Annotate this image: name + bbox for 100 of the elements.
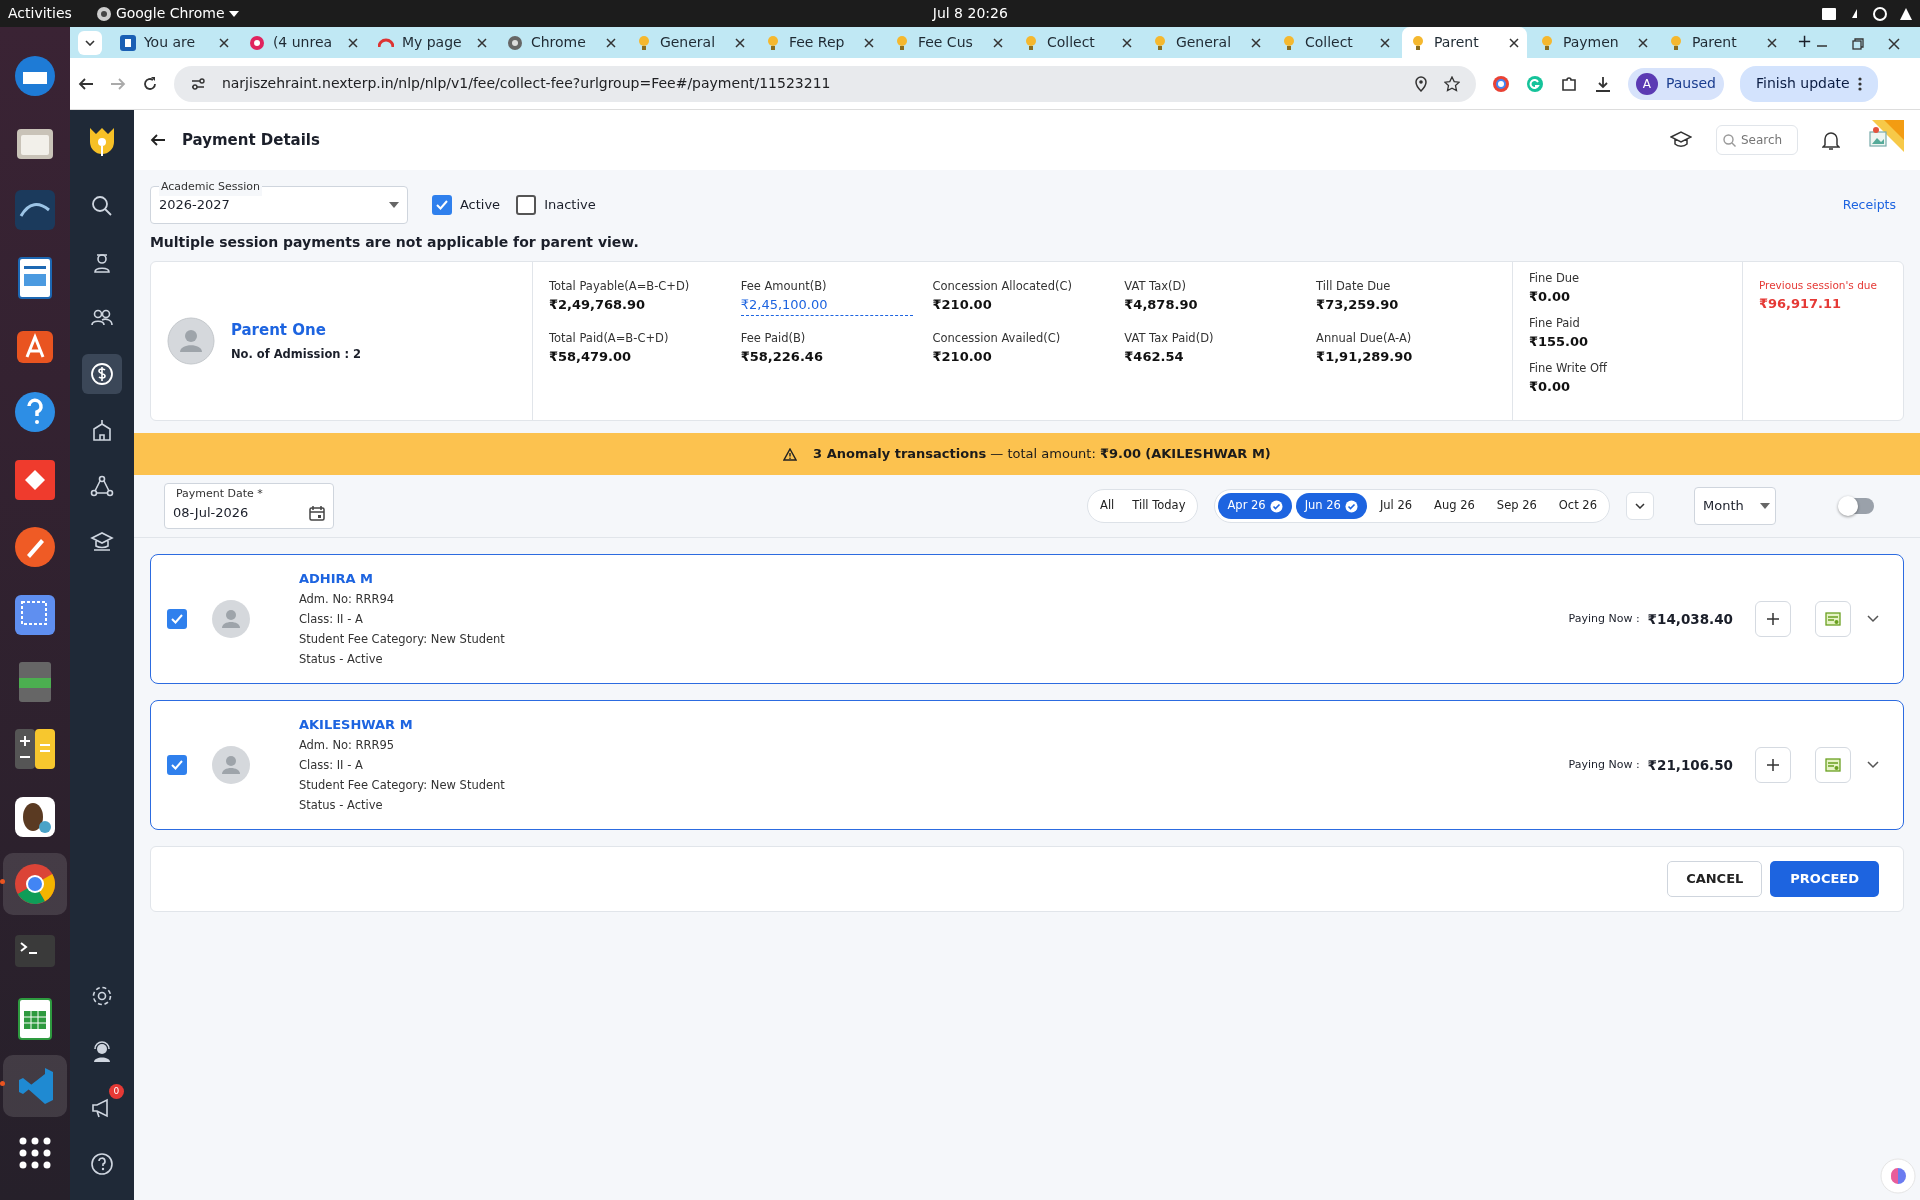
student-name[interactable]: AKILESHWAR M bbox=[298, 715, 505, 735]
caret-icon bbox=[388, 202, 399, 208]
browser-tab[interactable]: Fee Rep bbox=[756, 27, 882, 58]
restore-icon[interactable] bbox=[1852, 38, 1864, 50]
parent-name[interactable]: Parent One bbox=[230, 319, 362, 342]
close-icon[interactable] bbox=[1888, 38, 1900, 50]
back-arrow-icon[interactable] bbox=[77, 75, 94, 92]
graduation-cap-icon[interactable] bbox=[1670, 131, 1692, 149]
add-button[interactable] bbox=[1755, 747, 1791, 783]
close-icon[interactable] bbox=[218, 37, 229, 48]
period-chip[interactable]: Jul 26 bbox=[1370, 493, 1422, 519]
receipts-link[interactable]: Receipts bbox=[1842, 195, 1896, 215]
student-detail: Class: II - A bbox=[298, 610, 364, 628]
period-chip[interactable]: Apr 26 bbox=[1218, 493, 1292, 519]
cancel-button[interactable]: CANCEL bbox=[1667, 861, 1763, 897]
favicon-icon bbox=[506, 34, 523, 51]
period-chip[interactable]: Jun 26 bbox=[1295, 493, 1367, 519]
address-bar[interactable]: narjiszehraint.nexterp.in/nlp/nlp/v1/fee/collect-fee?urlgroup=Fee#/payment/11523211 bbox=[173, 65, 1476, 102]
close-icon[interactable] bbox=[1121, 37, 1132, 48]
extension-icon[interactable] bbox=[1491, 74, 1510, 93]
sidebar-item[interactable] bbox=[81, 354, 122, 394]
close-icon[interactable] bbox=[1637, 37, 1648, 48]
previous-due-value: ₹96,917.11 bbox=[1758, 294, 1843, 313]
period-chip[interactable]: Aug 26 bbox=[1425, 493, 1484, 519]
site-settings-icon[interactable] bbox=[189, 75, 206, 92]
add-button[interactable] bbox=[1755, 601, 1791, 637]
period-chip[interactable]: Oct 26 bbox=[1549, 493, 1606, 519]
activities-button[interactable]: Activities bbox=[8, 3, 72, 24]
period-chip[interactable]: All bbox=[1091, 493, 1124, 519]
proceed-button[interactable]: PROCEED bbox=[1770, 861, 1879, 897]
more-months-button[interactable] bbox=[1626, 492, 1654, 520]
finish-update-button[interactable]: Finish update bbox=[1739, 65, 1878, 102]
close-icon[interactable] bbox=[347, 37, 358, 48]
dollar-icon bbox=[89, 362, 114, 386]
browser-tab[interactable]: My page bbox=[369, 27, 495, 58]
download-icon[interactable] bbox=[1593, 74, 1612, 93]
caret-icon bbox=[1759, 503, 1770, 509]
close-icon[interactable] bbox=[734, 37, 745, 48]
browser-tab[interactable]: You are bbox=[111, 27, 237, 58]
back-arrow-icon[interactable] bbox=[149, 133, 166, 147]
new-tab-button[interactable]: + bbox=[1796, 27, 1812, 54]
anomaly-text: 3 Anomaly transactions — total amount: ₹9.00 (AKILESHWAR M) bbox=[813, 445, 1271, 464]
checkbox[interactable]: Active bbox=[431, 195, 501, 215]
close-icon[interactable] bbox=[1766, 37, 1777, 48]
stat-label: Fee Paid(B) bbox=[740, 329, 807, 347]
browser-tab[interactable]: General bbox=[627, 27, 753, 58]
favicon-icon bbox=[119, 34, 136, 51]
period-chip[interactable]: Sep 26 bbox=[1487, 493, 1546, 519]
browser-tab[interactable]: (4 unrea bbox=[240, 27, 366, 58]
browser-tab[interactable]: Parent bbox=[1401, 27, 1527, 58]
close-icon[interactable] bbox=[1379, 37, 1390, 48]
browser-tab[interactable]: Paymen bbox=[1530, 27, 1656, 58]
help-icon[interactable] bbox=[89, 1152, 114, 1176]
chevron-down-icon[interactable] bbox=[1867, 761, 1879, 769]
browser-tab[interactable]: Chrome bbox=[498, 27, 624, 58]
close-icon[interactable] bbox=[1250, 37, 1261, 48]
student-detail: Status - Active bbox=[298, 796, 384, 814]
view-select[interactable]: Month bbox=[1694, 487, 1776, 525]
checkbox[interactable] bbox=[166, 755, 187, 775]
close-icon[interactable] bbox=[605, 37, 616, 48]
plus-icon bbox=[1767, 613, 1779, 625]
check-icon bbox=[435, 200, 448, 210]
network-icon bbox=[89, 474, 114, 498]
browser-tab[interactable]: General bbox=[1143, 27, 1269, 58]
stat-value-link[interactable]: ₹2,45,100.00 bbox=[740, 295, 913, 316]
browser-tab[interactable]: Collect bbox=[1014, 27, 1140, 58]
search-field[interactable]: Search bbox=[1716, 125, 1798, 155]
star-icon[interactable] bbox=[1443, 75, 1460, 92]
close-icon[interactable] bbox=[1508, 37, 1519, 48]
checkbox[interactable]: Inactive bbox=[516, 195, 596, 215]
close-icon[interactable] bbox=[476, 37, 487, 48]
student-name[interactable]: ADHIRA M bbox=[298, 569, 505, 589]
checkbox[interactable] bbox=[166, 609, 187, 629]
search-icon bbox=[1723, 134, 1736, 147]
fine-value: ₹0.00 bbox=[1528, 288, 1572, 307]
payment-date-field[interactable]: Payment Date * 08-Jul-2026 bbox=[163, 483, 334, 529]
close-icon[interactable] bbox=[992, 37, 1003, 48]
period-chip[interactable]: Till Today bbox=[1123, 493, 1195, 519]
status-icons-drawing[interactable] bbox=[1822, 5, 1912, 22]
location-pin-icon[interactable] bbox=[1413, 75, 1428, 92]
fine-value: ₹0.00 bbox=[1528, 377, 1572, 396]
toggle-switch[interactable] bbox=[1840, 498, 1874, 514]
app-menu[interactable]: Google Chrome bbox=[115, 3, 225, 24]
browser-tab[interactable]: Parent bbox=[1659, 27, 1785, 58]
stat-label: VAT Tax Paid(D) bbox=[1124, 329, 1215, 347]
clock[interactable]: Jul 8 20:26 bbox=[932, 3, 1128, 24]
browser-tab[interactable]: Fee Cus bbox=[885, 27, 1011, 58]
profile-button[interactable]: A Paused bbox=[1627, 67, 1724, 100]
stat-value: ₹1,91,289.90 bbox=[1316, 348, 1414, 366]
tab-list-button[interactable] bbox=[77, 31, 102, 55]
calendar-icon bbox=[308, 505, 325, 521]
stat-value: ₹2,49,768.90 bbox=[548, 296, 647, 315]
stat-value: ₹4,878.90 bbox=[1124, 296, 1199, 315]
stat-label: Total Payable(A=B-C+D) bbox=[548, 278, 691, 295]
browser-tab[interactable]: Collect bbox=[1272, 27, 1398, 58]
close-icon[interactable] bbox=[863, 37, 874, 48]
avatar-icon bbox=[210, 599, 251, 639]
chevron-down-icon[interactable] bbox=[1867, 615, 1879, 623]
bell-icon[interactable] bbox=[1822, 130, 1840, 150]
reload-icon[interactable] bbox=[141, 75, 158, 92]
